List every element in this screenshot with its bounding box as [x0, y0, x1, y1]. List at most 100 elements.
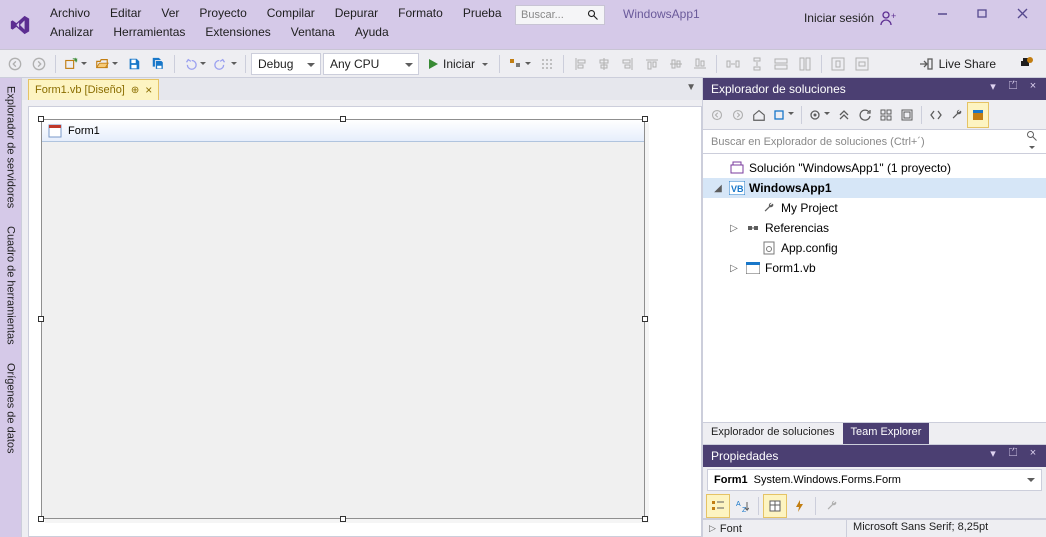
- menu-depurar[interactable]: Depurar: [325, 4, 388, 23]
- menu-compilar[interactable]: Compilar: [257, 4, 325, 23]
- se-tree[interactable]: Solución "WindowsApp1" (1 proyecto) ◢ VB…: [703, 154, 1046, 422]
- redo-button[interactable]: [211, 53, 240, 75]
- se-refresh-button[interactable]: [855, 103, 875, 127]
- align-left-button[interactable]: [569, 53, 591, 75]
- center-h-form-button[interactable]: [827, 53, 849, 75]
- window-restore[interactable]: [962, 2, 1002, 24]
- menu-archivo[interactable]: Archivo: [40, 4, 100, 23]
- size-height-button[interactable]: [794, 53, 816, 75]
- rail-tab-server-explorer[interactable]: Explorador de servidores: [3, 78, 19, 216]
- align-grid-button[interactable]: [536, 53, 558, 75]
- close-icon[interactable]: ×: [145, 83, 152, 97]
- center-v-form-button[interactable]: [851, 53, 873, 75]
- solution-explorer-header[interactable]: Explorador de soluciones ▾ ⏍ ×: [703, 78, 1046, 100]
- prop-property-pages-button[interactable]: [821, 495, 843, 517]
- nav-back-button[interactable]: [4, 53, 26, 75]
- doc-tab-form1-design[interactable]: Form1.vb [Diseño] ⊕ ×: [28, 79, 159, 100]
- references-icon: [745, 220, 761, 236]
- rail-tab-data-sources[interactable]: Orígenes de datos: [3, 355, 19, 462]
- save-button[interactable]: [123, 53, 145, 75]
- title-search-box[interactable]: Buscar...: [515, 5, 605, 25]
- align-top-button[interactable]: [641, 53, 663, 75]
- menu-proyecto[interactable]: Proyecto: [189, 4, 256, 23]
- expander-icon[interactable]: ▷: [727, 223, 741, 234]
- tree-form1-node[interactable]: ▷ Form1.vb: [703, 258, 1046, 278]
- align-center-h-button[interactable]: [593, 53, 615, 75]
- play-icon: [427, 58, 439, 70]
- vspace-equal-button[interactable]: [746, 53, 768, 75]
- save-all-button[interactable]: [147, 53, 169, 75]
- prop-value[interactable]: Microsoft Sans Serif; 8,25pt: [847, 520, 1046, 537]
- menu-ventana[interactable]: Ventana: [281, 23, 345, 42]
- se-scope-button[interactable]: [770, 103, 797, 127]
- properties-row[interactable]: ▷Font Microsoft Sans Serif; 8,25pt: [703, 519, 1046, 537]
- form-canvas[interactable]: [42, 142, 644, 518]
- se-code-button[interactable]: [926, 103, 946, 127]
- menu-formato[interactable]: Formato: [388, 4, 453, 23]
- doc-tab-dropdown[interactable]: ▼: [686, 82, 696, 93]
- window-minimize[interactable]: [922, 2, 962, 24]
- menu-ayuda[interactable]: Ayuda: [345, 23, 399, 42]
- prop-alphabetical-button[interactable]: AZ: [731, 495, 753, 517]
- tree-project-node[interactable]: ◢ VB WindowsApp1: [703, 178, 1046, 198]
- new-project-button[interactable]: ✶: [61, 53, 90, 75]
- prop-properties-button[interactable]: [764, 495, 786, 517]
- hspace-equal-button[interactable]: [722, 53, 744, 75]
- rail-tab-toolbox[interactable]: Cuadro de herramientas: [3, 218, 19, 353]
- tab-team-explorer[interactable]: Team Explorer: [843, 423, 930, 444]
- tree-myproject-node[interactable]: My Project: [703, 198, 1046, 218]
- design-surface[interactable]: Form1: [28, 106, 702, 537]
- menu-extensiones[interactable]: Extensiones: [195, 23, 280, 42]
- menu-analizar[interactable]: Analizar: [40, 23, 103, 42]
- config-dropdown[interactable]: Debug: [251, 53, 321, 75]
- expander-icon[interactable]: ◢: [711, 183, 725, 194]
- se-preview-button[interactable]: [897, 103, 917, 127]
- panel-pin-icon[interactable]: ⏍: [1004, 80, 1022, 93]
- size-width-button[interactable]: [770, 53, 792, 75]
- se-showall-button[interactable]: [876, 103, 896, 127]
- prop-events-button[interactable]: [788, 495, 810, 517]
- align-right-button[interactable]: [617, 53, 639, 75]
- tree-appconfig-node[interactable]: App.config: [703, 238, 1046, 258]
- undo-button[interactable]: [180, 53, 209, 75]
- se-forward-button[interactable]: [728, 103, 748, 127]
- prop-categorized-button[interactable]: [707, 495, 729, 517]
- tree-references-node[interactable]: ▷ Referencias: [703, 218, 1046, 238]
- doc-tab-label: Form1.vb [Diseño]: [35, 84, 125, 96]
- menu-herramientas[interactable]: Herramientas: [103, 23, 195, 42]
- liveshare-label[interactable]: Live Share: [939, 57, 996, 71]
- panel-menu-icon[interactable]: ▾: [984, 447, 1002, 460]
- svg-text:A: A: [736, 501, 741, 508]
- panel-menu-icon[interactable]: ▾: [984, 80, 1002, 93]
- panel-close-icon[interactable]: ×: [1024, 80, 1042, 93]
- se-sync-button[interactable]: [806, 103, 833, 127]
- se-view-button[interactable]: [968, 103, 988, 127]
- align-middle-button[interactable]: [665, 53, 687, 75]
- nav-forward-button[interactable]: [28, 53, 50, 75]
- panel-close-icon[interactable]: ×: [1024, 447, 1042, 460]
- window-close[interactable]: [1002, 2, 1042, 24]
- pin-icon[interactable]: ⊕: [131, 85, 139, 96]
- signin-button[interactable]: Iniciar sesión +: [804, 10, 896, 26]
- expander-icon[interactable]: ▷: [727, 263, 741, 274]
- menu-editar[interactable]: Editar: [100, 4, 151, 23]
- layout-align-button[interactable]: [505, 53, 534, 75]
- se-collapse-button[interactable]: [834, 103, 854, 127]
- align-bottom-button[interactable]: [689, 53, 711, 75]
- notifications-icon[interactable]: [1018, 56, 1034, 72]
- start-debug-button[interactable]: Iniciar: [421, 53, 494, 75]
- platform-dropdown[interactable]: Any CPU: [323, 53, 419, 75]
- menu-ver[interactable]: Ver: [151, 4, 189, 23]
- open-file-button[interactable]: [92, 53, 121, 75]
- properties-object-selector[interactable]: Form1 System.Windows.Forms.Form: [707, 469, 1042, 491]
- properties-header[interactable]: Propiedades ▾ ⏍ ×: [703, 445, 1046, 467]
- se-home-button[interactable]: [749, 103, 769, 127]
- se-search-box[interactable]: Buscar en Explorador de soluciones (Ctrl…: [703, 130, 1046, 154]
- se-back-button[interactable]: [707, 103, 727, 127]
- form-window[interactable]: Form1: [41, 119, 645, 519]
- se-properties-button[interactable]: [947, 103, 967, 127]
- tab-solution-explorer[interactable]: Explorador de soluciones: [703, 423, 843, 444]
- tree-solution-node[interactable]: Solución "WindowsApp1" (1 proyecto): [703, 158, 1046, 178]
- menu-prueba[interactable]: Prueba: [453, 4, 512, 23]
- panel-pin-icon[interactable]: ⏍: [1004, 447, 1022, 460]
